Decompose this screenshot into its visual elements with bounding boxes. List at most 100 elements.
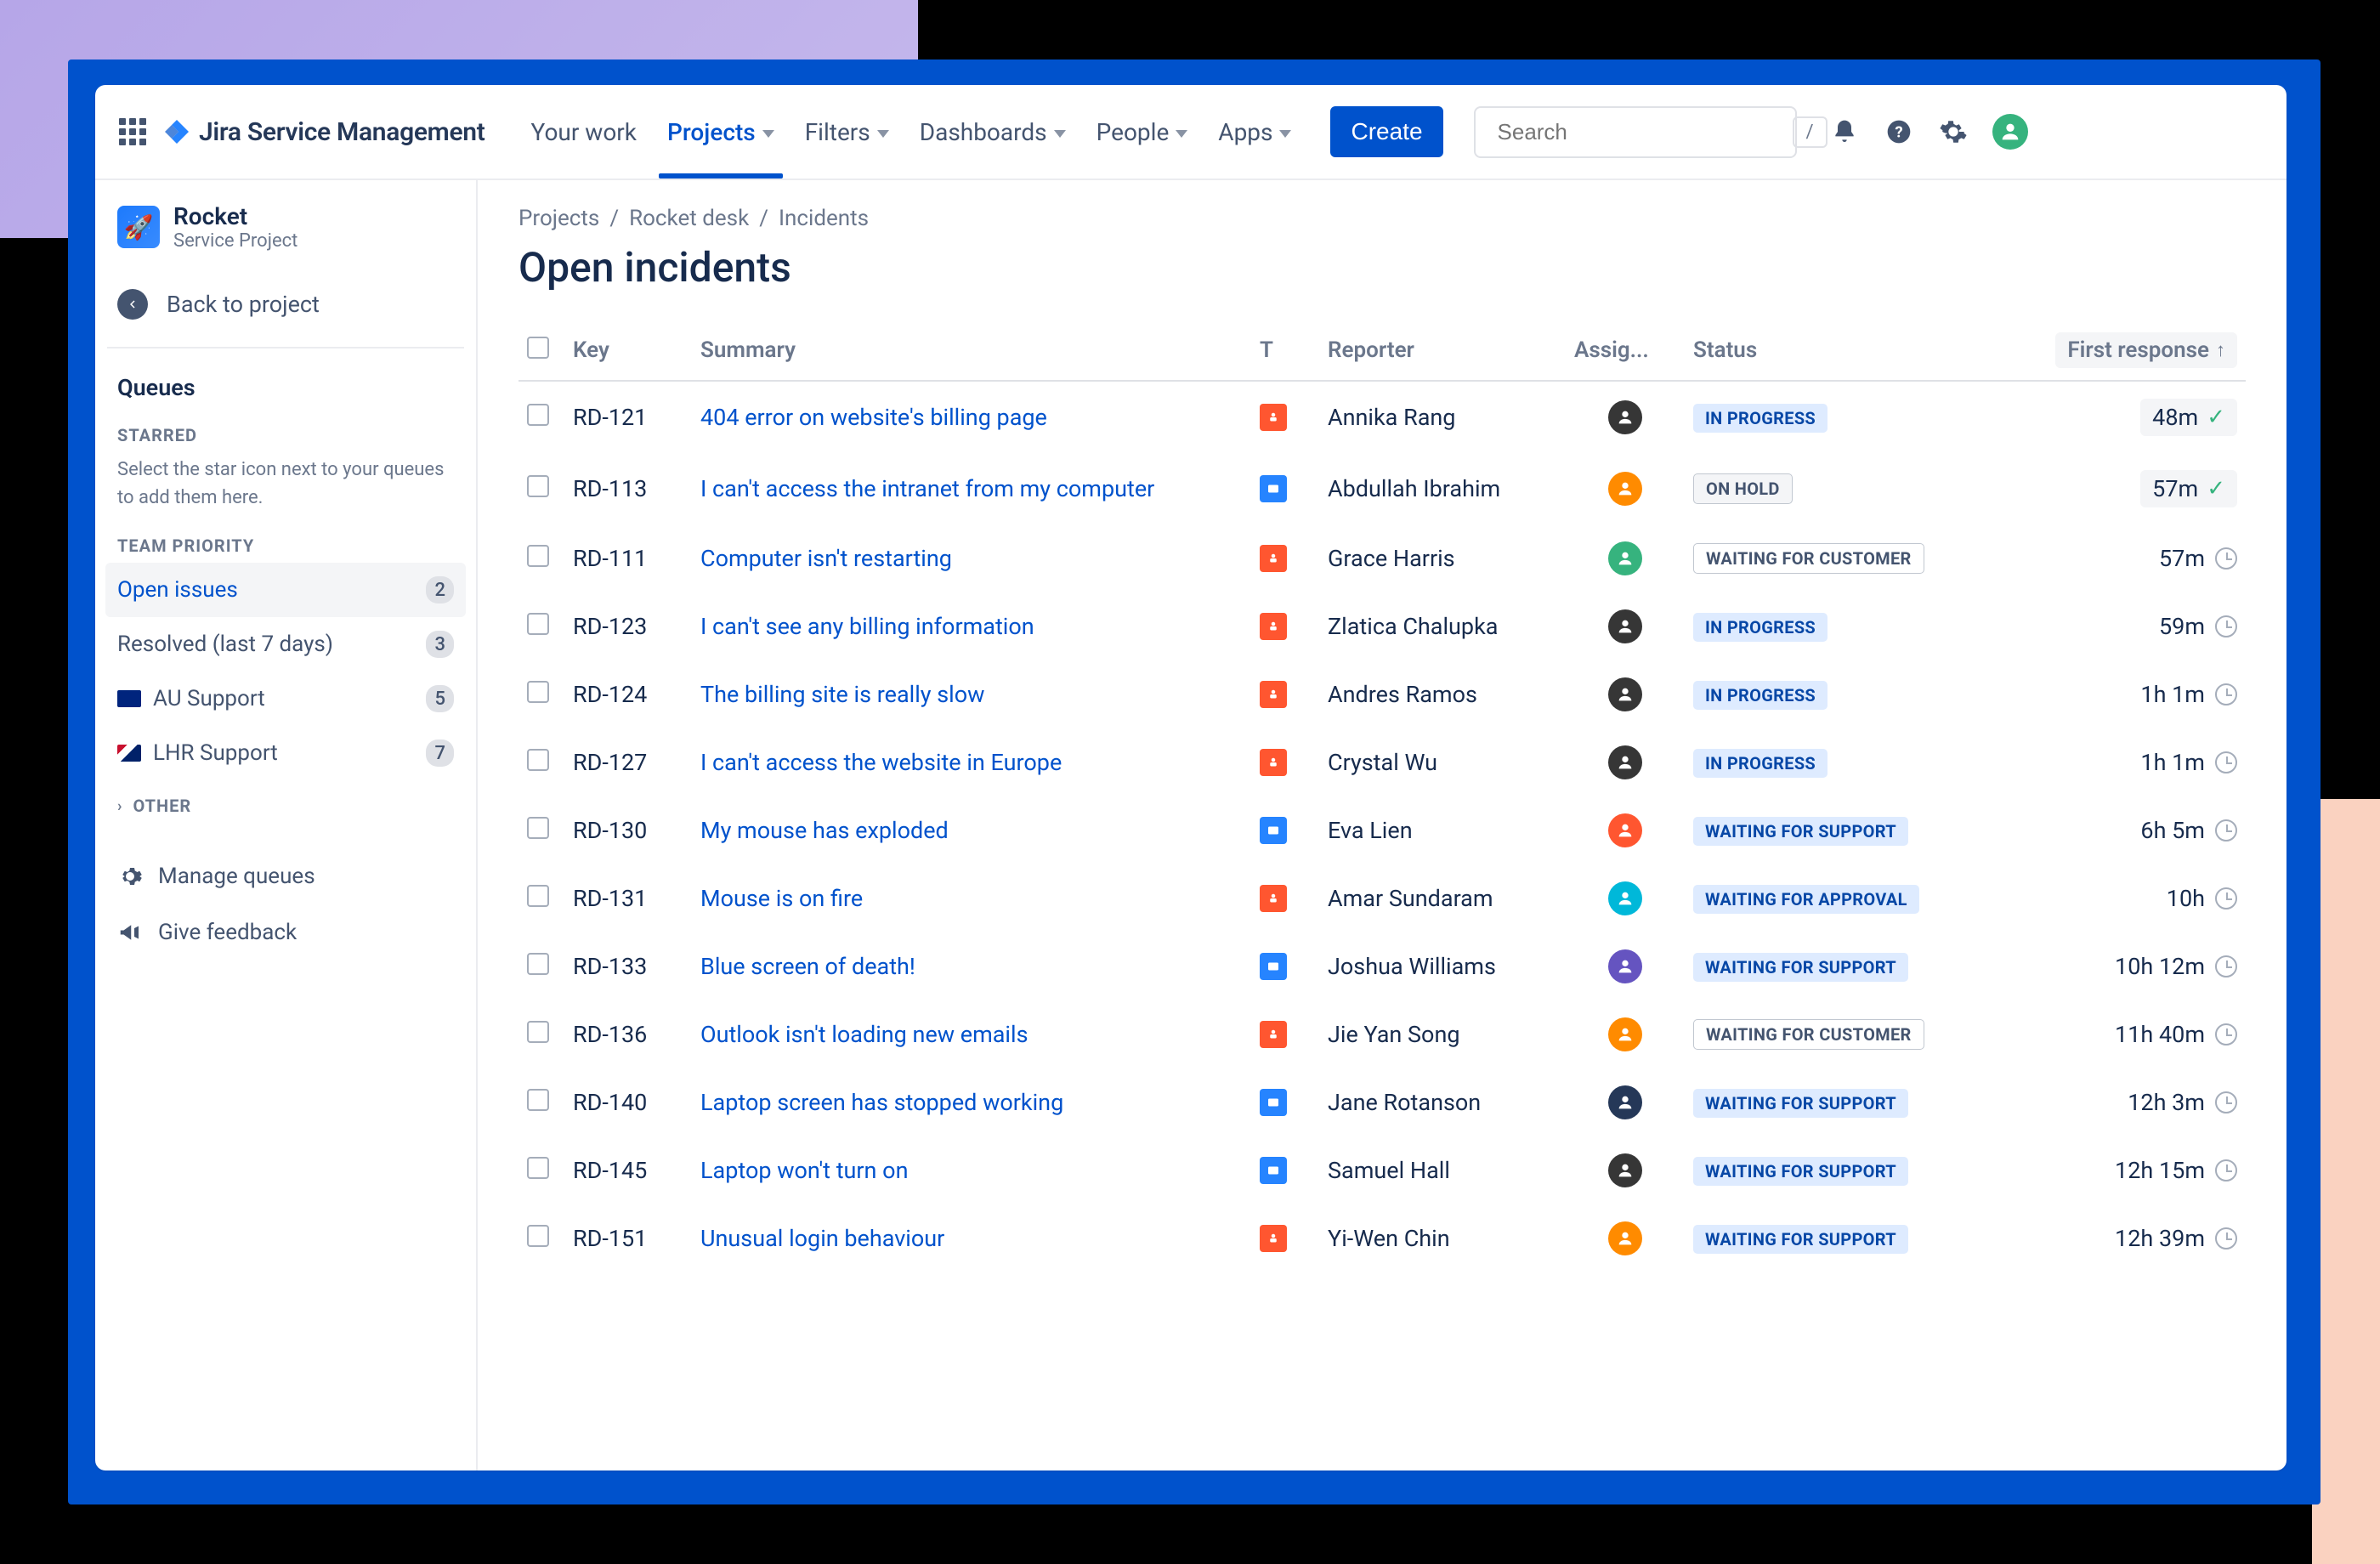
assignee-avatar[interactable]: [1608, 949, 1642, 983]
nav-item-dashboards[interactable]: Dashboards: [908, 110, 1078, 155]
col-type[interactable]: T: [1251, 320, 1319, 381]
issue-summary[interactable]: Laptop screen has stopped working: [700, 1089, 1063, 1116]
issue-key[interactable]: RD-133: [564, 932, 692, 1000]
table-row[interactable]: RD-123 I can't see any billing informati…: [518, 592, 2246, 660]
search-input[interactable]: [1498, 119, 1782, 145]
other-section-toggle[interactable]: › OTHER: [95, 780, 476, 831]
status-badge[interactable]: WAITING FOR CUSTOMER: [1693, 1019, 1924, 1050]
assignee-avatar[interactable]: [1608, 472, 1642, 506]
issue-summary[interactable]: Blue screen of death!: [700, 953, 915, 980]
status-badge[interactable]: ON HOLD: [1693, 473, 1793, 504]
table-row[interactable]: RD-113 I can't access the intranet from …: [518, 453, 2246, 524]
issue-key[interactable]: RD-121: [564, 381, 692, 453]
help-icon[interactable]: ?: [1884, 116, 1914, 147]
issue-key[interactable]: RD-111: [564, 524, 692, 592]
status-badge[interactable]: IN PROGRESS: [1693, 404, 1828, 433]
assignee-avatar[interactable]: [1608, 400, 1642, 434]
give-feedback[interactable]: Give feedback: [95, 904, 476, 960]
status-badge[interactable]: WAITING FOR SUPPORT: [1693, 953, 1908, 982]
issue-key[interactable]: RD-123: [564, 592, 692, 660]
notifications-icon[interactable]: [1829, 116, 1860, 147]
table-row[interactable]: RD-131 Mouse is on fire Amar Sundaram WA…: [518, 864, 2246, 932]
col-status[interactable]: Status: [1685, 320, 2008, 381]
row-checkbox[interactable]: [527, 1021, 549, 1043]
row-checkbox[interactable]: [527, 1089, 549, 1111]
assignee-avatar[interactable]: [1608, 541, 1642, 575]
product-logo[interactable]: Jira Service Management: [163, 117, 485, 147]
nav-item-people[interactable]: People: [1085, 110, 1200, 155]
issue-summary[interactable]: I can't access the intranet from my comp…: [700, 475, 1154, 502]
row-checkbox[interactable]: [527, 681, 549, 703]
issue-summary[interactable]: Outlook isn't loading new emails: [700, 1021, 1028, 1048]
issue-key[interactable]: RD-113: [564, 453, 692, 524]
issue-summary[interactable]: Laptop won't turn on: [700, 1157, 908, 1184]
row-checkbox[interactable]: [527, 953, 549, 975]
assignee-avatar[interactable]: [1608, 1085, 1642, 1119]
assignee-avatar[interactable]: [1608, 813, 1642, 847]
breadcrumb-item[interactable]: Rocket desk: [629, 206, 749, 231]
assignee-avatar[interactable]: [1608, 1221, 1642, 1255]
status-badge[interactable]: IN PROGRESS: [1693, 749, 1828, 778]
table-row[interactable]: RD-145 Laptop won't turn on Samuel Hall …: [518, 1136, 2246, 1204]
issue-key[interactable]: RD-136: [564, 1000, 692, 1068]
table-row[interactable]: RD-140 Laptop screen has stopped working…: [518, 1068, 2246, 1136]
row-checkbox[interactable]: [527, 475, 549, 497]
issue-key[interactable]: RD-140: [564, 1068, 692, 1136]
row-checkbox[interactable]: [527, 885, 549, 907]
status-badge[interactable]: WAITING FOR SUPPORT: [1693, 1225, 1908, 1254]
row-checkbox[interactable]: [527, 817, 549, 839]
col-key[interactable]: Key: [564, 320, 692, 381]
assignee-avatar[interactable]: [1608, 1153, 1642, 1187]
assignee-avatar[interactable]: [1608, 881, 1642, 915]
status-badge[interactable]: IN PROGRESS: [1693, 613, 1828, 642]
nav-item-projects[interactable]: Projects: [655, 110, 786, 155]
table-row[interactable]: RD-124 The billing site is really slow A…: [518, 660, 2246, 728]
select-all-checkbox[interactable]: [527, 337, 549, 359]
status-badge[interactable]: WAITING FOR SUPPORT: [1693, 1089, 1908, 1118]
issue-key[interactable]: RD-145: [564, 1136, 692, 1204]
search-box[interactable]: /: [1474, 106, 1797, 158]
issue-summary[interactable]: Computer isn't restarting: [700, 545, 952, 572]
issue-key[interactable]: RD-131: [564, 864, 692, 932]
breadcrumb-item[interactable]: Projects: [518, 206, 599, 231]
nav-item-your-work[interactable]: Your work: [519, 110, 649, 155]
create-button[interactable]: Create: [1330, 106, 1442, 157]
row-checkbox[interactable]: [527, 404, 549, 426]
col-summary[interactable]: Summary: [692, 320, 1251, 381]
issue-summary[interactable]: Unusual login behaviour: [700, 1225, 944, 1252]
status-badge[interactable]: WAITING FOR APPROVAL: [1693, 885, 1919, 914]
table-row[interactable]: RD-121 404 error on website's billing pa…: [518, 381, 2246, 453]
app-switcher-icon[interactable]: [119, 118, 146, 145]
table-row[interactable]: RD-136 Outlook isn't loading new emails …: [518, 1000, 2246, 1068]
user-avatar[interactable]: [1992, 114, 2028, 150]
table-row[interactable]: RD-127 I can't access the website in Eur…: [518, 728, 2246, 796]
status-badge[interactable]: WAITING FOR SUPPORT: [1693, 1157, 1908, 1186]
issue-summary[interactable]: 404 error on website's billing page: [700, 404, 1047, 431]
issue-key[interactable]: RD-124: [564, 660, 692, 728]
row-checkbox[interactable]: [527, 613, 549, 635]
status-badge[interactable]: WAITING FOR SUPPORT: [1693, 817, 1908, 846]
nav-item-filters[interactable]: Filters: [793, 110, 901, 155]
assignee-avatar[interactable]: [1608, 1017, 1642, 1051]
issue-key[interactable]: RD-127: [564, 728, 692, 796]
issue-key[interactable]: RD-151: [564, 1204, 692, 1272]
table-row[interactable]: RD-151 Unusual login behaviour Yi-Wen Ch…: [518, 1204, 2246, 1272]
sidebar-item-open-issues[interactable]: Open issues2: [105, 563, 466, 617]
back-to-project[interactable]: Back to project: [95, 277, 476, 332]
breadcrumb-item[interactable]: Incidents: [779, 206, 869, 231]
assignee-avatar[interactable]: [1608, 609, 1642, 643]
assignee-avatar[interactable]: [1608, 745, 1642, 779]
assignee-avatar[interactable]: [1608, 677, 1642, 711]
nav-item-apps[interactable]: Apps: [1206, 110, 1303, 155]
issue-summary[interactable]: I can't see any billing information: [700, 613, 1034, 640]
manage-queues[interactable]: Manage queues: [95, 848, 476, 904]
row-checkbox[interactable]: [527, 1157, 549, 1179]
col-reporter[interactable]: Reporter: [1319, 320, 1566, 381]
row-checkbox[interactable]: [527, 1225, 549, 1247]
settings-icon[interactable]: [1938, 116, 1969, 147]
table-row[interactable]: RD-130 My mouse has exploded Eva Lien WA…: [518, 796, 2246, 864]
issue-summary[interactable]: The billing site is really slow: [700, 681, 984, 708]
issue-summary[interactable]: Mouse is on fire: [700, 885, 863, 912]
table-row[interactable]: RD-111 Computer isn't restarting Grace H…: [518, 524, 2246, 592]
row-checkbox[interactable]: [527, 545, 549, 567]
